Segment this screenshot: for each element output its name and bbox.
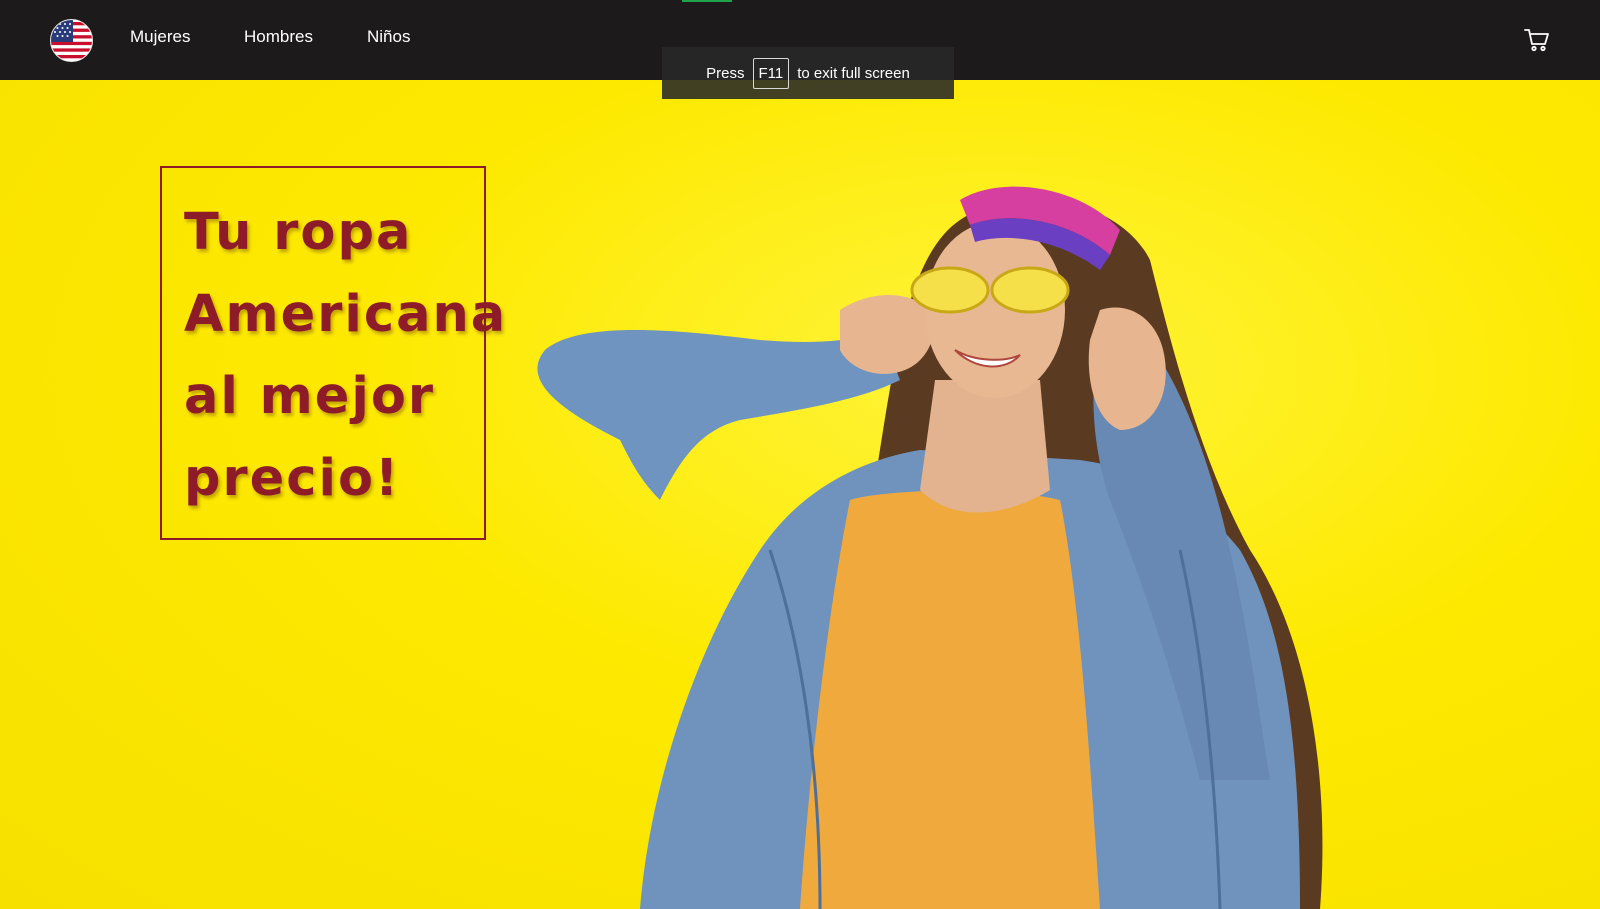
hero-banner: Tu ropa Americana al mejor precio! (0, 80, 1600, 909)
headline-line-3: al mejor (184, 367, 436, 426)
headline-line-1: Tu ropa (184, 203, 413, 262)
shopping-cart-icon[interactable] (1524, 28, 1550, 52)
headline-line-4: precio! (184, 449, 401, 508)
us-flag-icon[interactable] (50, 19, 93, 62)
nav-link-hombres[interactable]: Hombres (244, 27, 313, 47)
toast-exit-text: to exit full screen (797, 64, 910, 82)
nav-link-ninos[interactable]: Niños (367, 27, 410, 47)
f11-key-badge: F11 (752, 57, 790, 89)
nav-link-mujeres[interactable]: Mujeres (130, 27, 190, 47)
loading-indicator (682, 0, 732, 2)
promo-headline-box: Tu ropa Americana al mejor precio! (160, 166, 508, 540)
headline-line-2: Americana (184, 285, 508, 344)
fullscreen-toast: Press F11 to exit full screen (662, 47, 954, 99)
toast-press-text: Press (706, 64, 745, 82)
